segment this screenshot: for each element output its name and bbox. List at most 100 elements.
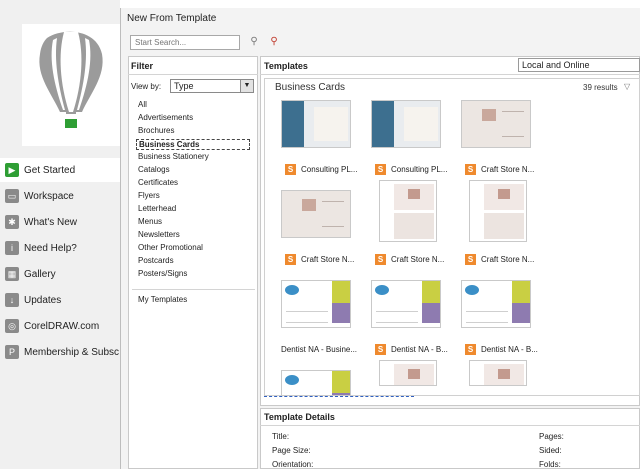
template-name[interactable]: Consulting PL... bbox=[391, 165, 447, 174]
thumbnail-art bbox=[408, 189, 420, 199]
results-count: 39 results bbox=[583, 83, 618, 92]
thumbnail-art bbox=[394, 213, 434, 239]
templates-divider bbox=[260, 74, 640, 75]
type-item-certificates[interactable]: Certificates bbox=[138, 178, 178, 187]
thumbnail-art bbox=[422, 281, 440, 303]
type-item-business-cards[interactable]: Business Cards bbox=[136, 139, 250, 150]
nav-item-what-s-new[interactable]: ✱ What's New bbox=[0, 210, 120, 234]
thumbnail-art bbox=[376, 311, 418, 323]
template-name[interactable]: Craft Store N... bbox=[481, 165, 534, 174]
thumbnail-art bbox=[332, 303, 350, 323]
subscription-badge-icon: S bbox=[465, 344, 476, 355]
nav-item-updates[interactable]: ↓ Updates bbox=[0, 288, 120, 312]
nav-item-workspace[interactable]: ▭ Workspace bbox=[0, 184, 120, 208]
template-name[interactable]: Craft Store N... bbox=[301, 255, 354, 264]
orientation-label: Orientation: bbox=[272, 460, 314, 469]
type-item-postcards[interactable]: Postcards bbox=[138, 256, 174, 265]
type-item-brochures[interactable]: Brochures bbox=[138, 126, 174, 135]
template-name[interactable]: Dentist NA - Busine... bbox=[281, 345, 357, 354]
dialog-title: New From Template bbox=[127, 13, 217, 24]
template-thumbnail[interactable] bbox=[371, 280, 441, 328]
template-name[interactable]: Dentist NA - B... bbox=[391, 345, 448, 354]
type-item-newsletters[interactable]: Newsletters bbox=[138, 230, 180, 239]
type-item-other-promotional[interactable]: Other Promotional bbox=[138, 243, 203, 252]
thumbnail-art bbox=[285, 285, 299, 295]
template-thumbnail[interactable] bbox=[281, 370, 351, 396]
subscription-badge-icon: S bbox=[285, 254, 296, 265]
thumbnail-art bbox=[512, 303, 530, 323]
filter-divider bbox=[128, 74, 258, 75]
template-name[interactable]: Dentist NA - B... bbox=[481, 345, 538, 354]
subscription-badge-icon: S bbox=[465, 254, 476, 265]
nav-item-label: Gallery bbox=[24, 268, 56, 280]
subscription-badge-icon: S bbox=[375, 164, 386, 175]
view-by-select[interactable]: Type ▼ bbox=[170, 79, 254, 93]
nav-item-membership-subsc[interactable]: P Membership & Subsc bbox=[0, 340, 120, 364]
subscription-badge-icon: S bbox=[375, 344, 386, 355]
template-thumbnail[interactable] bbox=[461, 100, 531, 148]
filter-heading: Filter bbox=[131, 61, 154, 71]
workspace-icon: ▭ bbox=[5, 189, 19, 203]
thumbnail-art bbox=[408, 369, 420, 379]
page-size-label: Page Size: bbox=[272, 446, 311, 455]
pages-label: Pages: bbox=[539, 432, 564, 441]
nav-item-label: Membership & Subsc bbox=[24, 346, 120, 358]
chevron-down-icon[interactable]: ▼ bbox=[240, 80, 253, 92]
clear-search-icon[interactable]: ⚲ bbox=[268, 36, 280, 48]
template-thumbnail[interactable] bbox=[371, 100, 441, 148]
template-thumbnail[interactable] bbox=[281, 280, 351, 328]
nav-item-gallery[interactable]: ▦ Gallery bbox=[0, 262, 120, 286]
type-item-menus[interactable]: Menus bbox=[138, 217, 162, 226]
folds-label: Folds: bbox=[539, 460, 561, 469]
my-templates-item[interactable]: My Templates bbox=[138, 295, 187, 304]
nav-item-label: Need Help? bbox=[24, 242, 77, 254]
filter-separator bbox=[132, 289, 255, 290]
category-heading: Business Cards bbox=[275, 82, 346, 93]
template-thumbnail[interactable] bbox=[379, 360, 437, 386]
template-thumbnail[interactable] bbox=[461, 280, 531, 328]
nav-item-need-help[interactable]: i Need Help? bbox=[0, 236, 120, 260]
template-thumbnail[interactable] bbox=[379, 180, 437, 242]
type-item-all[interactable]: All bbox=[138, 100, 147, 109]
thumbnail-art bbox=[498, 369, 510, 379]
nav-item-get-started[interactable]: ▶ Get Started bbox=[0, 158, 120, 182]
thumbnail-art bbox=[498, 189, 510, 199]
thumbnail-art bbox=[282, 101, 304, 147]
template-thumbnail[interactable] bbox=[469, 180, 527, 242]
nav-item-label: Get Started bbox=[24, 164, 76, 176]
thumbnail-art bbox=[404, 107, 438, 141]
details-divider bbox=[260, 425, 640, 426]
title-label: Title: bbox=[272, 432, 290, 441]
template-name[interactable]: Craft Store N... bbox=[481, 255, 534, 264]
type-item-flyers[interactable]: Flyers bbox=[138, 191, 160, 200]
type-item-business-stationery[interactable]: Business Stationery bbox=[138, 152, 209, 161]
subscription-badge-icon: S bbox=[375, 254, 386, 265]
template-name[interactable]: Consulting PL... bbox=[301, 165, 357, 174]
template-thumbnail[interactable] bbox=[281, 190, 351, 238]
view-by-value: Type bbox=[174, 81, 194, 91]
details-heading: Template Details bbox=[264, 412, 335, 422]
template-thumbnail[interactable] bbox=[469, 360, 527, 386]
search-input[interactable] bbox=[130, 35, 240, 50]
nav-item-label: What's New bbox=[24, 216, 78, 228]
thumbnail-art bbox=[482, 109, 496, 121]
search-icon[interactable]: ⚲ bbox=[248, 36, 260, 48]
template-thumbnail[interactable] bbox=[281, 100, 351, 148]
nav-item-coreldraw-com[interactable]: ◎ CorelDRAW.com bbox=[0, 314, 120, 338]
thumbnail-art bbox=[466, 311, 508, 323]
type-item-letterhead[interactable]: Letterhead bbox=[138, 204, 176, 213]
thumbnail-art bbox=[302, 199, 316, 211]
thumbnail-art bbox=[502, 111, 524, 137]
template-name[interactable]: Craft Store N... bbox=[391, 255, 444, 264]
selection-outline bbox=[264, 396, 414, 397]
type-item-advertisements[interactable]: Advertisements bbox=[138, 113, 193, 122]
location-select[interactable]: Local and Online bbox=[518, 58, 640, 72]
type-item-posters-signs[interactable]: Posters/Signs bbox=[138, 269, 187, 278]
thumbnail-art bbox=[332, 281, 350, 303]
thumbnail-art bbox=[484, 213, 524, 239]
download-icon: ↓ bbox=[5, 293, 19, 307]
chevron-down-icon[interactable]: ▽ bbox=[624, 82, 630, 91]
thumbnail-art bbox=[375, 285, 389, 295]
type-item-catalogs[interactable]: Catalogs bbox=[138, 165, 170, 174]
view-by-label: View by: bbox=[131, 82, 162, 91]
